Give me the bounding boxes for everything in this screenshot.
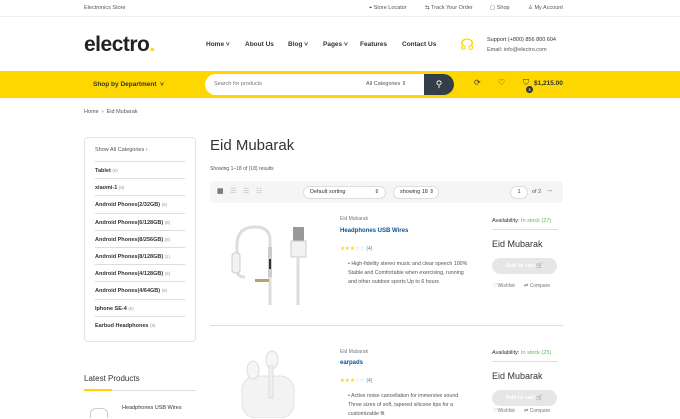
category-select[interactable]: All Categories ⇕ — [366, 81, 406, 87]
grid-extended-view-icon[interactable]: ☰ — [230, 187, 236, 195]
category-item[interactable]: Tablet (8) — [95, 162, 185, 180]
availability: Availability: In stock (27) — [492, 218, 552, 224]
support-email: Email: info@electro.com — [487, 47, 547, 53]
product-description: • High-fidelity stereo music and clear s… — [348, 261, 468, 285]
breadcrumb-current: Eid Mubarak — [106, 109, 138, 115]
top-bar: Electronics Store ⌖ Store Locator ⇆ Trac… — [0, 0, 680, 17]
shop-by-department-label: Shop by Department — [93, 81, 157, 88]
search-button[interactable]: ⚲ — [424, 74, 454, 95]
product-price: Eid Mubarak — [492, 239, 543, 249]
category-sidebar: Show All Categories › Tablet (8) xiaomi-… — [84, 137, 196, 342]
headset-icon: ☊ — [460, 37, 475, 54]
product-category[interactable]: Eid Mubarak — [340, 216, 368, 222]
cart-total[interactable]: $1,215.00 — [534, 80, 563, 87]
page-number-input[interactable]: 1 — [510, 186, 528, 199]
track-order-label: Track Your Order — [431, 5, 473, 11]
store-name: Electronics Store — [84, 5, 126, 11]
star-rating-icon: ★★★ — [340, 246, 355, 252]
divider — [210, 325, 563, 326]
grid-view-icon[interactable]: ▦ — [217, 187, 224, 195]
availability: Availability: In stock (25) — [492, 350, 552, 356]
category-select-label: All Categories — [366, 81, 401, 87]
breadcrumb-home[interactable]: Home — [84, 109, 99, 115]
product-image-earpads[interactable] — [238, 348, 298, 418]
product-title[interactable]: Headphones USB Wires — [340, 228, 408, 234]
divider — [492, 229, 558, 230]
wishlist-button[interactable]: ♡Wishlist — [493, 408, 515, 414]
logo[interactable]: electro. — [84, 33, 155, 57]
product-rating: ★★★☆☆ (4) — [340, 246, 373, 252]
star-rating-icon: ★★★ — [340, 378, 355, 384]
category-item[interactable]: Iphone SE-4 (8) — [95, 300, 185, 317]
show-all-categories[interactable]: Show All Categories › — [95, 138, 185, 162]
add-to-cart-button[interactable]: Add to cart 🛒 — [492, 258, 557, 274]
nav-about[interactable]: About Us — [245, 41, 274, 48]
wishlist-heart-icon[interactable]: ♡ — [498, 78, 505, 87]
total-pages: of 2 — [532, 189, 542, 195]
track-order-link[interactable]: ⇆ Track Your Order — [425, 5, 473, 11]
category-item[interactable]: Android Phones(6/128GB) (8) — [95, 214, 185, 231]
title-underline — [84, 389, 112, 391]
product-price: Eid Mubarak — [492, 371, 543, 381]
add-to-cart-button[interactable]: Add to cart 🛒 — [492, 390, 557, 406]
support-phone: Support (+800) 856 800 604 — [487, 37, 556, 43]
search-icon: ⚲ — [435, 79, 443, 89]
store-locator-link[interactable]: ⌖ Store Locator — [369, 5, 407, 12]
compare-button[interactable]: ⇄ Compare — [524, 283, 550, 289]
product-rating: ★★★☆☆ (4) — [340, 378, 373, 384]
per-page-select[interactable]: showing 18 ⇕ — [393, 186, 439, 199]
nav-features[interactable]: Features — [360, 41, 387, 48]
category-item[interactable]: xiaomi-1 (8) — [95, 179, 185, 197]
store-locator-label: Store Locator — [373, 5, 407, 11]
compare-icon[interactable]: ⟳ — [474, 78, 481, 87]
nav-pages[interactable]: Pages ˅ — [323, 41, 348, 48]
product-image-headphones-usb[interactable] — [225, 215, 320, 310]
category-item[interactable]: Earbud Headphones (8) — [95, 317, 185, 334]
logo-text: electro — [84, 33, 150, 56]
category-item[interactable]: Android Phones(4/128GB) (8) — [95, 265, 185, 283]
category-item[interactable]: Android Phones(8/256GB) (8) — [95, 231, 185, 248]
divider — [492, 361, 558, 362]
next-page-arrow-icon[interactable]: → — [546, 187, 553, 194]
latest-product-name[interactable]: Headphones USB Wires — [122, 405, 182, 411]
breadcrumb: Home › Eid Mubarak — [84, 109, 138, 115]
product-category[interactable]: Eid Mubarak — [340, 349, 368, 355]
nav-blog[interactable]: Blog ˅ — [288, 41, 308, 48]
category-item[interactable]: Android Phones(8/128GB) (1) — [95, 248, 185, 266]
product-title[interactable]: earpads — [340, 360, 363, 366]
nav-home-label: Home — [206, 41, 225, 48]
shop-link[interactable]: ▢ Shop — [490, 5, 510, 11]
product-description: • Active noise cancellation for immersiv… — [348, 393, 459, 417]
category-item[interactable]: Android Phones(4/64GB) (8) — [95, 282, 185, 300]
wishlist-button[interactable]: ♡Wishlist — [493, 283, 515, 289]
shop-by-department-button[interactable]: Shop by Department ˅ — [93, 81, 164, 88]
nav-home[interactable]: Home ˅ — [206, 41, 230, 48]
latest-product-thumbnail[interactable] — [90, 408, 108, 418]
list-view-icon[interactable]: ☰ — [243, 187, 249, 195]
search-input[interactable] — [214, 77, 354, 91]
logo-dot: . — [149, 33, 155, 56]
my-account-label: My Account — [534, 5, 563, 11]
category-item[interactable]: Android Phones(2/32GB) (8) — [95, 196, 185, 214]
shop-label: Shop — [496, 5, 510, 11]
sorting-select[interactable]: Default sorting ⇕ — [303, 186, 386, 199]
nav-pages-label: Pages — [323, 41, 343, 48]
nav-blog-label: Blog — [288, 41, 303, 48]
latest-products-title: Latest Products — [84, 374, 140, 383]
cart-count-badge: 4 — [526, 86, 533, 93]
list-small-view-icon[interactable]: ☷ — [256, 187, 262, 195]
nav-contact[interactable]: Contact Us — [402, 41, 436, 48]
compare-button[interactable]: ⇄ Compare — [524, 408, 550, 414]
my-account-link[interactable]: ♙ My Account — [528, 5, 563, 11]
shop-toolbar: ▦ ☰ ☰ ☷ Default sorting ⇕ showing 18 ⇕ 1 … — [210, 181, 563, 203]
results-count: Showing 1–18 of (18) results — [210, 166, 274, 172]
page-title: Eid Mubarak — [210, 137, 295, 154]
